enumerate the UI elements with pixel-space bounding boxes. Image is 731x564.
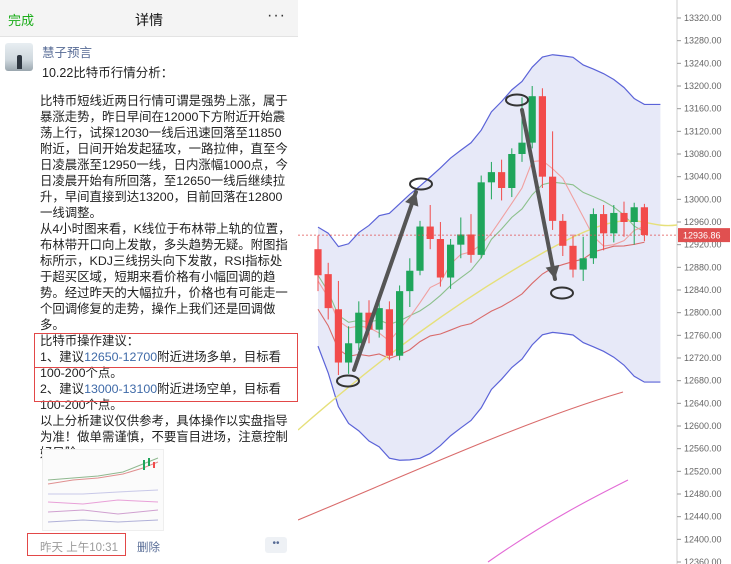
- y-tick-label: 13160.00: [684, 104, 722, 114]
- candle-body: [457, 234, 465, 245]
- post-detail-panel: 完成 详情 ··· 慧子预言 10.22比特币行情分析： 比特币短线近两日行情可…: [0, 0, 298, 564]
- candle-body: [426, 226, 434, 239]
- thumbnail-chart: [43, 450, 163, 530]
- op-2-highlight-box: [34, 367, 298, 402]
- y-tick-label: 12360.00: [684, 557, 722, 564]
- y-tick-label: 12560.00: [684, 444, 722, 454]
- y-tick-label: 13200.00: [684, 81, 722, 91]
- post-body: 比特币短线近两日行情可谓是强势上涨，属于暴涨走势，昨日早间在12000下方附近开…: [40, 93, 293, 461]
- candle-body: [538, 96, 546, 177]
- y-tick-label: 13120.00: [684, 126, 722, 136]
- candlestick-chart: 13320.00 13280.00 13240.00 13200.00 13160.00…: [298, 0, 731, 564]
- candle-body: [345, 343, 353, 363]
- y-tick-label: 12880.00: [684, 262, 722, 272]
- avatar[interactable]: [5, 43, 33, 71]
- author-name[interactable]: 慧子预言: [42, 42, 92, 61]
- avatar-figure: [17, 55, 22, 69]
- candle-body: [447, 244, 455, 278]
- y-tick-label: 12720.00: [684, 353, 722, 363]
- candle-body: [589, 214, 597, 259]
- page-title: 详情: [135, 12, 163, 28]
- y-tick-label: 13040.00: [684, 172, 722, 182]
- candle-body: [436, 239, 444, 278]
- candle-body: [477, 182, 485, 255]
- candle-body: [355, 312, 363, 344]
- post-paragraph-1: 比特币短线近两日行情可谓是强势上涨，属于暴涨走势，昨日早间在12000下方附近开…: [40, 94, 288, 220]
- y-tick-label: 12440.00: [684, 512, 722, 522]
- candle-body: [630, 207, 638, 222]
- candle-body: [498, 172, 506, 188]
- candle-body: [406, 270, 414, 292]
- candle-body: [528, 96, 536, 143]
- chart-thumbnail[interactable]: [42, 449, 164, 531]
- candle-body: [314, 249, 322, 276]
- candle-body: [396, 291, 404, 356]
- y-tick-label: 12840.00: [684, 285, 722, 295]
- delete-button[interactable]: 删除: [137, 539, 160, 555]
- candle-body: [549, 176, 557, 221]
- y-tick-label: 12600.00: [684, 421, 722, 431]
- post-paragraph-2: 从4小时图来看，K线位于布林带上轨的位置，布林带开口向上发散，多头趋势无疑。附图…: [40, 222, 291, 332]
- y-tick-label: 12480.00: [684, 489, 722, 499]
- candle-body: [610, 212, 618, 234]
- y-tick-label: 13080.00: [684, 149, 722, 159]
- candle-body: [569, 245, 577, 270]
- candle-body: [600, 214, 608, 234]
- candle-body: [620, 212, 628, 222]
- candle-body: [334, 309, 342, 363]
- nav-bar: 完成 详情 ···: [0, 0, 298, 37]
- y-tick-label: 12960.00: [684, 217, 722, 227]
- post-timestamp: 昨天 上午10:31: [40, 542, 118, 554]
- candle-body: [487, 172, 495, 183]
- candle-body: [640, 207, 648, 236]
- current-price-label: 12936.86: [683, 231, 721, 241]
- y-tick-label: 12760.00: [684, 330, 722, 340]
- y-tick-label: 12520.00: [684, 466, 722, 476]
- candle-body: [385, 309, 393, 356]
- comment-menu-button[interactable]: ••: [265, 537, 287, 553]
- candle-body: [508, 154, 516, 188]
- y-tick-label: 12800.00: [684, 308, 722, 318]
- post-subtitle: 10.22比特币行情分析：: [42, 66, 174, 80]
- candle-body: [324, 274, 332, 309]
- y-tick-label: 13240.00: [684, 58, 722, 68]
- op-1-highlight-box: [34, 333, 298, 368]
- y-tick-label: 12400.00: [684, 534, 722, 544]
- candle-body: [467, 234, 475, 255]
- more-icon[interactable]: ···: [267, 7, 286, 25]
- y-tick-label: 12640.00: [684, 398, 722, 408]
- candle-body: [559, 220, 567, 246]
- y-tick-label: 13320.00: [684, 13, 722, 23]
- candle-body: [518, 142, 526, 154]
- candle-body: [375, 308, 383, 330]
- y-tick-label: 12680.00: [684, 376, 722, 386]
- candle-body: [416, 226, 424, 271]
- y-tick-label: 13280.00: [684, 36, 722, 46]
- y-tick-label: 13000.00: [684, 194, 722, 204]
- candle-body: [579, 258, 587, 270]
